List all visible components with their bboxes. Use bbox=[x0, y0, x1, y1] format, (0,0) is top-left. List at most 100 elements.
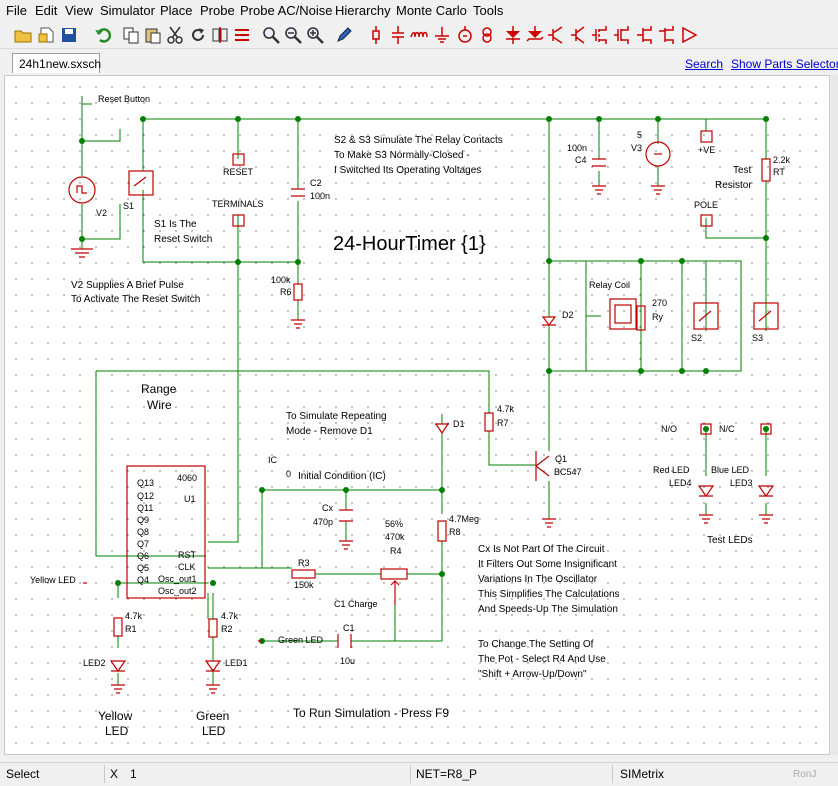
status-x-label: X bbox=[110, 767, 119, 781]
label-s3: S3 bbox=[752, 333, 763, 343]
vertical-scrollbar[interactable] bbox=[831, 75, 838, 755]
mirror-icon[interactable] bbox=[210, 25, 230, 45]
menu-view[interactable]: View bbox=[65, 3, 93, 18]
menu-edit[interactable]: Edit bbox=[35, 3, 57, 18]
paste-icon[interactable] bbox=[143, 25, 163, 45]
pin-osc-out1: Osc_out1 bbox=[158, 574, 197, 584]
label-ve: +VE bbox=[698, 145, 715, 155]
note-cx-line3: Variations In The Oscillator bbox=[478, 574, 598, 585]
label-rt-value: 2.2k bbox=[773, 155, 791, 165]
toolbar bbox=[0, 22, 838, 49]
delete-icon[interactable] bbox=[232, 25, 252, 45]
npn-icon[interactable] bbox=[547, 25, 567, 45]
pencil-icon[interactable] bbox=[334, 25, 354, 45]
pin-q8: Q8 bbox=[137, 527, 149, 537]
zoom-full-icon[interactable] bbox=[261, 25, 281, 45]
note-repeat-line2: Mode - Remove D1 bbox=[286, 426, 373, 437]
zoom-in-icon[interactable] bbox=[305, 25, 325, 45]
label-c1-charge: C1 Charge bbox=[334, 599, 378, 609]
label-relay-coil: Relay Coil bbox=[589, 280, 630, 290]
rotate-icon[interactable] bbox=[188, 25, 208, 45]
label-terminals: TERMINALS bbox=[212, 199, 264, 209]
menu-place[interactable]: Place bbox=[160, 3, 193, 18]
status-bar: Select X 1 NET=R8_P SIMetrix RonJ bbox=[0, 762, 838, 786]
search-link[interactable]: Search bbox=[685, 57, 723, 71]
label-cx-value: 470p bbox=[313, 517, 333, 527]
schematic-canvas[interactable]: Reset Button V2 S1 RESET TERMINALS C2 10… bbox=[4, 75, 830, 755]
menu-hierarchy[interactable]: Hierarchy bbox=[335, 3, 391, 18]
note-green-led-line1: Green bbox=[196, 709, 229, 723]
note-pot-line3: "Shift + Arrow-Up/Down" bbox=[478, 669, 587, 680]
jfet-icon[interactable] bbox=[635, 25, 655, 45]
label-pot-value: 470k bbox=[385, 532, 405, 542]
undo-icon[interactable] bbox=[93, 25, 113, 45]
label-c2: C2 bbox=[310, 178, 322, 188]
label-r6-value: 100k bbox=[271, 275, 291, 285]
capacitor-icon[interactable] bbox=[388, 25, 408, 45]
open-folder-icon[interactable] bbox=[13, 25, 33, 45]
cut-icon[interactable] bbox=[165, 25, 185, 45]
pnp-icon[interactable] bbox=[568, 25, 588, 45]
status-divider bbox=[410, 765, 411, 783]
pin-q13: Q13 bbox=[137, 478, 154, 488]
opamp-icon[interactable] bbox=[679, 25, 699, 45]
note-cx-line4: This Simplifies The Calculations bbox=[478, 589, 620, 600]
schematic-drawing: Reset Button V2 S1 RESET TERMINALS C2 10… bbox=[30, 94, 791, 738]
copy-icon[interactable] bbox=[121, 25, 141, 45]
label-green-led-probe: Green LED bbox=[278, 635, 324, 645]
note-yellow-led-line2: LED bbox=[105, 724, 129, 738]
note-run-simulation: To Run Simulation - Press F9 bbox=[293, 706, 449, 720]
show-parts-selector-link[interactable]: Show Parts Selector bbox=[731, 57, 838, 71]
status-app-name: SIMetrix bbox=[620, 767, 665, 781]
label-r4: R4 bbox=[390, 546, 402, 556]
zener-icon[interactable] bbox=[525, 25, 545, 45]
note-initial-condition: Initial Condition (IC) bbox=[298, 471, 386, 482]
label-q1: Q1 bbox=[555, 454, 567, 464]
label-u1-type: 4060 bbox=[177, 473, 197, 483]
voltage-source-icon[interactable] bbox=[455, 25, 475, 45]
open-file-icon[interactable] bbox=[37, 25, 57, 45]
ground-icon[interactable] bbox=[432, 25, 452, 45]
pin-q5: Q5 bbox=[137, 563, 149, 573]
label-r7: R7 bbox=[497, 418, 509, 428]
tab-schematic[interactable]: 24h1new.sxsch bbox=[12, 53, 101, 73]
jfet-p-icon[interactable] bbox=[657, 25, 677, 45]
diode-icon[interactable] bbox=[503, 25, 523, 45]
current-source-icon[interactable] bbox=[477, 25, 497, 45]
nmos-icon[interactable] bbox=[590, 25, 610, 45]
label-reset-button: Reset Button bbox=[98, 94, 150, 104]
label-reset: RESET bbox=[223, 167, 254, 177]
menu-probe-ac-noise[interactable]: Probe AC/Noise bbox=[240, 3, 333, 18]
label-rt: RT bbox=[773, 167, 785, 177]
note-range-line2: Wire bbox=[147, 398, 172, 412]
menu-monte-carlo[interactable]: Monte Carlo bbox=[396, 3, 467, 18]
label-v3: V3 bbox=[631, 143, 642, 153]
label-c2-value: 100n bbox=[310, 191, 330, 201]
resistor-icon[interactable] bbox=[366, 25, 386, 45]
save-icon[interactable] bbox=[59, 25, 79, 45]
label-r8: R8 bbox=[449, 527, 461, 537]
label-led3: LED3 bbox=[730, 478, 753, 488]
inductor-icon[interactable] bbox=[410, 25, 430, 45]
menu-file[interactable]: File bbox=[6, 3, 27, 18]
label-s2: S2 bbox=[691, 333, 702, 343]
tab-row: 24h1new.sxsch Search Show Parts Selector bbox=[0, 49, 838, 75]
label-pole: POLE bbox=[694, 200, 718, 210]
menu-probe[interactable]: Probe bbox=[200, 3, 235, 18]
menu-tools[interactable]: Tools bbox=[473, 3, 503, 18]
pmos-icon[interactable] bbox=[612, 25, 632, 45]
note-cx-line2: It Filters Out Some Insignificant bbox=[478, 559, 617, 570]
label-r2: R2 bbox=[221, 624, 233, 634]
note-repeat-line1: To Simulate Repeating bbox=[286, 411, 387, 422]
menu-bar: File Edit View Simulator Place Probe Pro… bbox=[0, 0, 838, 22]
note-v2-line1: V2 Supplies A Brief Pulse bbox=[71, 280, 184, 291]
zoom-out-icon[interactable] bbox=[283, 25, 303, 45]
label-c4: C4 bbox=[575, 155, 587, 165]
status-divider bbox=[104, 765, 105, 783]
menu-simulator[interactable]: Simulator bbox=[100, 3, 155, 18]
status-net: NET=R8_P bbox=[416, 767, 478, 781]
status-x-value: 1 bbox=[130, 767, 137, 781]
label-r3-value: 150k bbox=[294, 580, 314, 590]
label-d2: D2 bbox=[562, 310, 574, 320]
note-range-line1: Range bbox=[141, 382, 177, 396]
